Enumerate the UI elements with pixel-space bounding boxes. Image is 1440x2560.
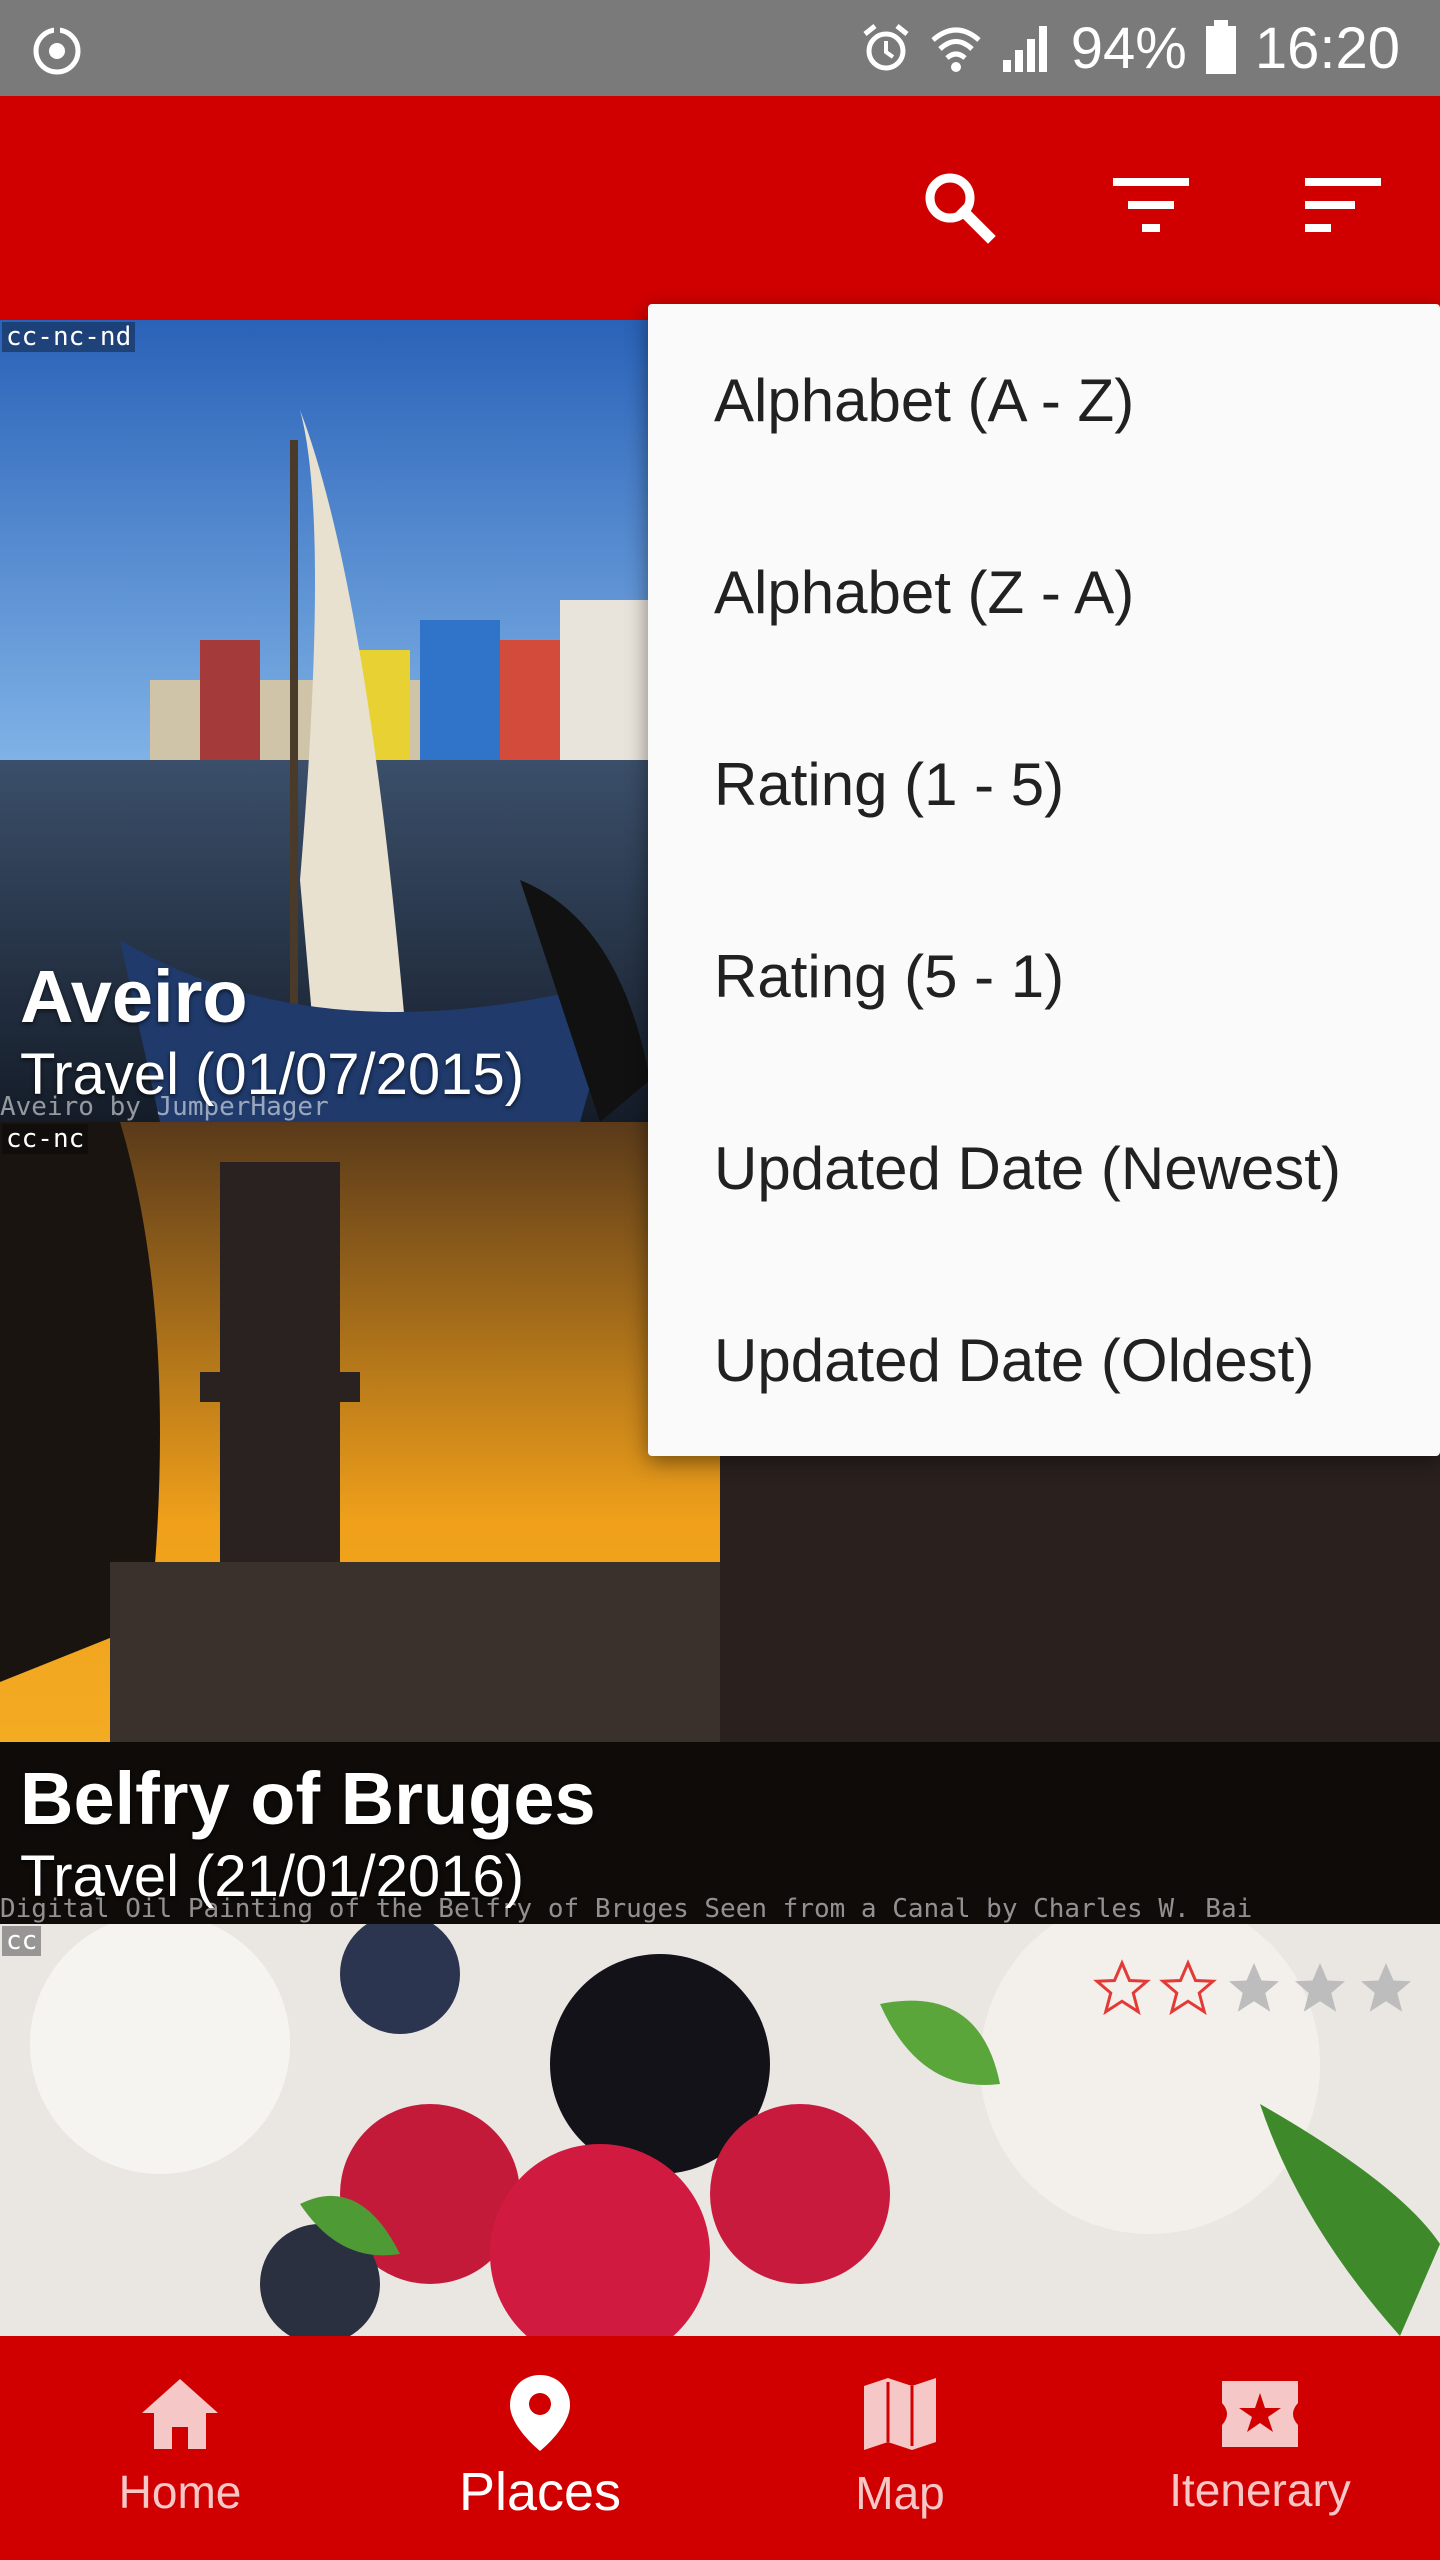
- filter-button[interactable]: [1096, 151, 1206, 261]
- bottom-nav: Home Places Map Itenerary: [0, 2336, 1440, 2560]
- nav-home[interactable]: Home: [0, 2336, 360, 2560]
- filter-icon: [1113, 178, 1189, 232]
- sort-option-rating-desc[interactable]: Rating (5 - 1): [648, 880, 1440, 1072]
- rating-stars: [1092, 1958, 1416, 2018]
- map-icon: [864, 2378, 936, 2450]
- location-pin-icon: [510, 2375, 570, 2451]
- app-bar: [0, 96, 1440, 320]
- clock: 16:20: [1254, 15, 1400, 81]
- sort-icon: [1305, 178, 1381, 232]
- wifi-icon: [931, 27, 981, 72]
- license-label: cc-nc-nd: [2, 322, 136, 352]
- nav-itinerary-label: Itenerary: [1169, 2464, 1351, 2516]
- photo-credit: Digital Oil Painting of the Belfry of Br…: [0, 1894, 1253, 1924]
- nav-places-label: Places: [458, 2462, 622, 2522]
- star-icon: [1093, 1959, 1151, 2016]
- sort-option-rating-asc[interactable]: Rating (1 - 5): [648, 688, 1440, 880]
- sort-option-date-oldest[interactable]: Updated Date (Oldest): [648, 1264, 1440, 1456]
- license-label: cc: [2, 1926, 42, 1956]
- photo-credit: Aveiro by JumperHager: [0, 1092, 329, 1122]
- ticket-star-icon: [1222, 2381, 1298, 2447]
- star-icon: [1361, 1963, 1411, 2012]
- place-title: Aveiro: [20, 955, 248, 1038]
- battery-icon: [1205, 20, 1236, 74]
- sort-option-date-newest[interactable]: Updated Date (Newest): [648, 1072, 1440, 1264]
- license-label: cc-nc: [2, 1124, 89, 1154]
- sync-icon: [33, 26, 81, 75]
- status-bar: 94% 16:20: [0, 0, 1440, 96]
- sort-menu: Alphabet (A - Z) Alphabet (Z - A) Rating…: [648, 304, 1440, 1456]
- nav-places[interactable]: Places: [360, 2336, 720, 2560]
- star-icon: [1159, 1959, 1217, 2016]
- alarm-icon: [863, 24, 909, 71]
- star-icon: [1295, 1963, 1345, 2012]
- nav-map-label: Map: [855, 2467, 945, 2519]
- star-icon: [1229, 1963, 1279, 2012]
- place-caption: Aveiro Travel (01/07/2015): [20, 960, 524, 1104]
- place-caption: Belfry of Bruges Travel (21/01/2016): [20, 1762, 596, 1906]
- search-icon: [925, 173, 996, 244]
- home-icon: [142, 2379, 218, 2449]
- nav-map[interactable]: Map: [720, 2336, 1080, 2560]
- place-title: Belfry of Bruges: [20, 1757, 596, 1840]
- battery-percent: 94%: [1070, 15, 1187, 81]
- nav-home-label: Home: [118, 2466, 242, 2518]
- sort-option-alphabet-asc[interactable]: Alphabet (A - Z): [648, 304, 1440, 496]
- sort-option-alphabet-desc[interactable]: Alphabet (Z - A): [648, 496, 1440, 688]
- search-button[interactable]: [903, 151, 1013, 261]
- nav-itinerary[interactable]: Itenerary: [1080, 2336, 1440, 2560]
- sort-button[interactable]: [1288, 151, 1398, 261]
- place-card[interactable]: cc: [0, 1924, 1440, 2336]
- signal-icon: [1002, 26, 1047, 72]
